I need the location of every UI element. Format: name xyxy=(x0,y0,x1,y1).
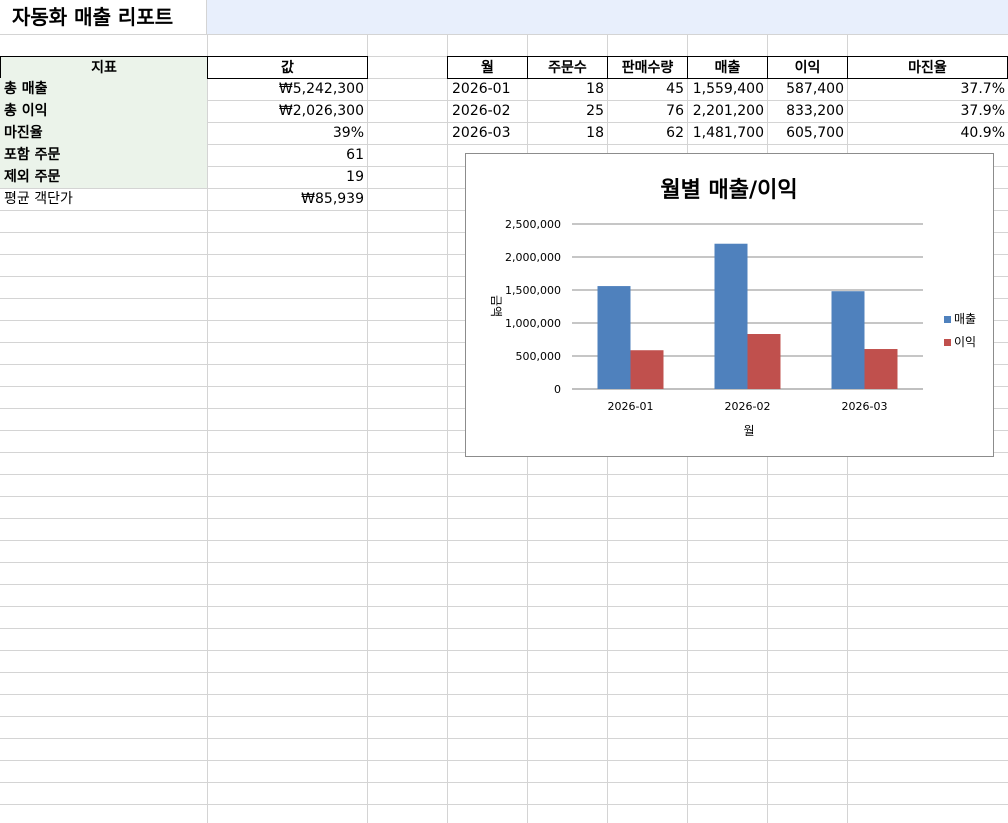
summary-value-total-revenue[interactable]: ₩5,242,300 xyxy=(208,78,367,100)
chart-x-tick-label: 2026-01 xyxy=(608,400,654,413)
title-cell[interactable]: 자동화 매출 리포트 xyxy=(0,0,207,34)
row-gridline xyxy=(0,628,1008,629)
report-title: 자동화 매출 리포트 xyxy=(12,5,174,29)
row-gridline xyxy=(0,716,1008,717)
summary-label-total-profit[interactable]: 총 이익 xyxy=(0,100,207,122)
chart-bars xyxy=(597,243,898,389)
monthly-cell-profit[interactable]: 833,200 xyxy=(768,100,847,122)
monthly-cell-margin[interactable]: 40.9% xyxy=(848,122,1008,144)
chart-legend: 매출이익 xyxy=(944,312,976,349)
row-gridline xyxy=(0,540,1008,541)
chart-bar-revenue xyxy=(714,243,748,389)
row-gridline xyxy=(0,804,1008,805)
summary-label-avg-order-value[interactable]: 평균 객단가 xyxy=(0,188,207,210)
monthly-cell-quantity[interactable]: 45 xyxy=(608,78,687,100)
monthly-header-quantity[interactable]: 판매수량 xyxy=(607,56,688,79)
summary-label-margin[interactable]: 마진율 xyxy=(0,122,207,144)
row-gridline xyxy=(0,606,1008,607)
monthly-cell-month[interactable]: 2026-03 xyxy=(448,122,527,144)
summary-value-included-orders[interactable]: 61 xyxy=(208,144,367,166)
chart-y-axis-title: 금액 xyxy=(489,295,503,317)
monthly-cell-quantity[interactable]: 76 xyxy=(608,100,687,122)
monthly-cell-month[interactable]: 2026-01 xyxy=(448,78,527,100)
chart-bar-revenue xyxy=(597,286,631,389)
chart-bar-profit xyxy=(630,350,664,389)
monthly-cell-revenue[interactable]: 1,559,400 xyxy=(688,78,767,100)
monthly-cell-quantity[interactable]: 62 xyxy=(608,122,687,144)
row-gridline xyxy=(0,474,1008,475)
row-gridline xyxy=(0,782,1008,783)
chart-y-tick-label: 1,000,000 xyxy=(505,317,561,330)
chart-y-tick-label: 1,500,000 xyxy=(505,284,561,297)
monthly-cell-revenue[interactable]: 2,201,200 xyxy=(688,100,767,122)
chart-x-tick-label: 2026-03 xyxy=(842,400,888,413)
monthly-header-revenue[interactable]: 매출 xyxy=(687,56,768,79)
monthly-cell-orders[interactable]: 18 xyxy=(528,78,607,100)
summary-label-excluded-orders[interactable]: 제외 주문 xyxy=(0,166,207,188)
monthly-cell-month[interactable]: 2026-02 xyxy=(448,100,527,122)
row-gridline xyxy=(0,584,1008,585)
monthly-cell-profit[interactable]: 587,400 xyxy=(768,78,847,100)
row-gridline xyxy=(0,738,1008,739)
summary-label-total-revenue[interactable]: 총 매출 xyxy=(0,78,207,100)
summary-value-avg-order-value[interactable]: ₩85,939 xyxy=(208,188,367,210)
legend-label: 매출 xyxy=(954,312,976,326)
embedded-chart[interactable]: 월별 매출/이익 0 500,000 1,000,000 1,500,000 2,000… xyxy=(465,153,994,457)
summary-header-value[interactable]: 값 xyxy=(207,56,368,79)
row-gridline xyxy=(0,496,1008,497)
summary-value-total-profit[interactable]: ₩2,026,300 xyxy=(208,100,367,122)
monthly-cell-profit[interactable]: 605,700 xyxy=(768,122,847,144)
summary-value-margin[interactable]: 39% xyxy=(208,122,367,144)
summary-header-metric[interactable]: 지표 xyxy=(0,56,208,79)
row-gridline xyxy=(0,518,1008,519)
row-gridline xyxy=(0,694,1008,695)
row-gridline xyxy=(0,650,1008,651)
row-gridline xyxy=(0,760,1008,761)
monthly-cell-margin[interactable]: 37.9% xyxy=(848,100,1008,122)
column-gridline xyxy=(367,34,368,823)
monthly-header-profit[interactable]: 이익 xyxy=(767,56,848,79)
row-gridline xyxy=(0,562,1008,563)
monthly-cell-revenue[interactable]: 1,481,700 xyxy=(688,122,767,144)
monthly-cell-margin[interactable]: 37.7% xyxy=(848,78,1008,100)
monthly-header-margin[interactable]: 마진율 xyxy=(847,56,1008,79)
legend-swatch xyxy=(944,316,951,323)
chart-y-tick-label: 0 xyxy=(554,383,561,396)
legend-label: 이익 xyxy=(954,335,976,349)
chart-y-tick-label: 500,000 xyxy=(516,350,562,363)
summary-label-included-orders[interactable]: 포함 주문 xyxy=(0,144,207,166)
chart-y-tick-label: 2,500,000 xyxy=(505,218,561,231)
monthly-header-orders[interactable]: 주문수 xyxy=(527,56,608,79)
chart-canvas: 월별 매출/이익 0 500,000 1,000,000 1,500,000 2,000… xyxy=(489,178,976,438)
summary-value-excluded-orders[interactable]: 19 xyxy=(208,166,367,188)
chart-x-tick-label: 2026-02 xyxy=(725,400,771,413)
column-gridline xyxy=(447,34,448,823)
chart-y-tick-label: 2,000,000 xyxy=(505,251,561,264)
chart-x-axis: 2026-01 2026-02 2026-03 xyxy=(608,400,888,413)
monthly-cell-orders[interactable]: 25 xyxy=(528,100,607,122)
chart-y-axis: 0 500,000 1,000,000 1,500,000 2,000,000 2,500… xyxy=(505,218,561,396)
chart-bar-profit xyxy=(864,349,898,389)
chart-x-axis-title: 월 xyxy=(743,424,754,438)
spreadsheet[interactable]: 자동화 매출 리포트 지표 값 총 매출 ₩5,242,300 총 이익 ₩2,… xyxy=(0,0,1008,823)
chart-title: 월별 매출/이익 xyxy=(660,178,797,203)
chart-bar-profit xyxy=(747,334,781,389)
legend-swatch xyxy=(944,339,951,346)
monthly-header-month[interactable]: 월 xyxy=(447,56,528,79)
monthly-cell-orders[interactable]: 18 xyxy=(528,122,607,144)
chart-bar-revenue xyxy=(831,291,865,389)
row-gridline xyxy=(0,672,1008,673)
